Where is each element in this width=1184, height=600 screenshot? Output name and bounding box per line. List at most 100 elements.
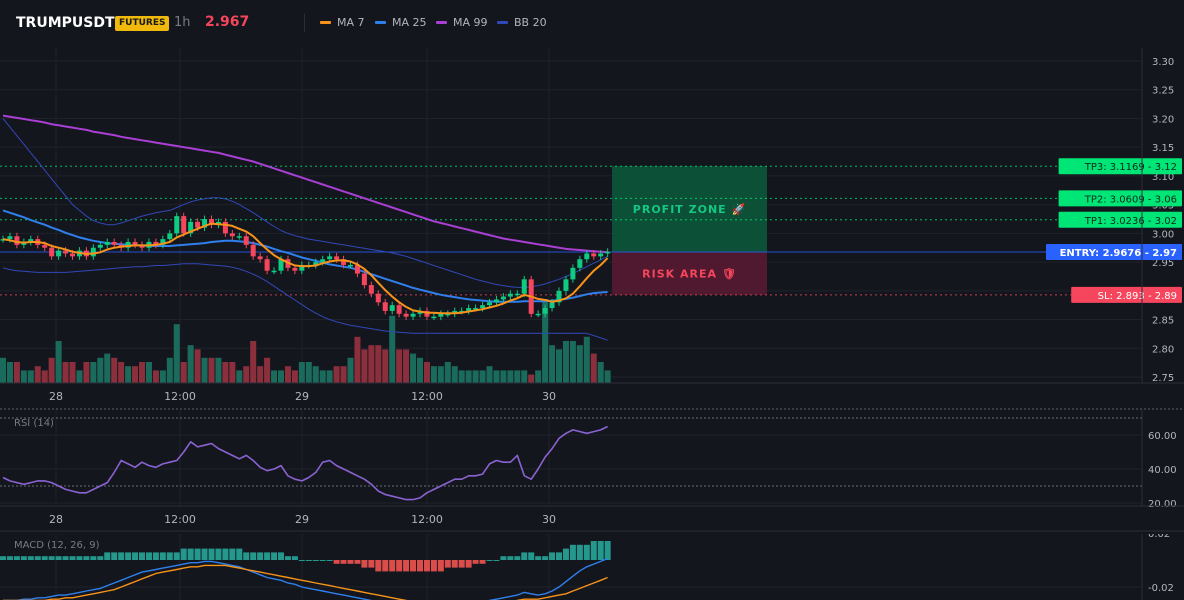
rsi-time-label: 30 [542, 513, 556, 526]
rsi-time-label: 12:00 [411, 513, 443, 526]
candle-body [271, 270, 277, 273]
volume-bar [521, 370, 528, 383]
volume-bar [236, 370, 243, 383]
macd-histogram-bar [111, 552, 118, 560]
candle-body [493, 299, 499, 303]
macd-histogram-bar [479, 560, 486, 564]
tp-level-tag-label: TP2: 3.0609 - 3.06 [1084, 194, 1177, 205]
macd-histogram-bar [417, 560, 423, 572]
volume-bar [507, 370, 514, 383]
volume-bar [180, 362, 187, 383]
rsi-pane[interactable]: 60.00 40.00 20.00 28 12:00 29 12:00 30 [0, 410, 1184, 532]
volume-bar [583, 336, 590, 383]
candle-body [542, 308, 548, 314]
candle-body [181, 216, 187, 234]
volume-bar [125, 366, 132, 383]
volume-bar [152, 370, 159, 383]
candle-body [174, 216, 180, 234]
volume-bar [13, 362, 20, 383]
volume-bar [187, 345, 194, 383]
macd-histogram-bar [243, 552, 250, 560]
volume-bar [396, 349, 403, 383]
rsi-axis-label: 40.00 [1148, 465, 1177, 476]
macd-histogram-bar [298, 560, 305, 561]
macd-histogram-bar [173, 552, 180, 560]
entry-level-tag-label: ENTRY: 2.9676 - 2.97 [1060, 248, 1177, 259]
volume-bar [118, 362, 125, 383]
legend-label: MA 99 [453, 16, 488, 29]
rsi-time-label: 28 [49, 513, 63, 526]
rsi-line [2, 425, 608, 501]
legend-bb20[interactable]: BB 20 [497, 16, 547, 29]
volume-bar [312, 366, 319, 383]
interval-selector[interactable]: 1h [174, 15, 191, 30]
candle-body [591, 253, 597, 257]
volume-bar [257, 366, 264, 383]
volume-bar [417, 357, 423, 383]
volume-bar [83, 362, 90, 383]
candle-body [584, 253, 590, 260]
volume-bar [271, 370, 278, 383]
candle-body [382, 302, 388, 311]
macd-histogram-bar [535, 556, 542, 560]
time-axis-label: 28 [49, 390, 63, 403]
candle-body [375, 293, 381, 303]
macd-pane[interactable]: 0.02 -0.02 [0, 534, 1184, 600]
candle-body [195, 221, 201, 228]
volume-bar [361, 349, 368, 383]
macd-histogram-bar [590, 541, 597, 560]
volume-bar [556, 349, 562, 383]
volume-bar [250, 341, 257, 383]
candle-body [598, 253, 604, 257]
ma99-swatch [436, 21, 447, 24]
volume-bar [514, 370, 521, 383]
macd-histogram-bar [229, 548, 236, 560]
volume-bar [0, 357, 6, 383]
volume-bar [34, 366, 41, 383]
volume-bar [569, 341, 576, 383]
candle-body [70, 253, 75, 257]
legend-ma99[interactable]: MA 99 [436, 16, 488, 29]
macd-histogram-bar [6, 556, 13, 560]
candle-body [90, 247, 96, 257]
macd-histogram-bar [361, 560, 368, 568]
macd-histogram-bar [83, 556, 90, 560]
volume-bar [458, 370, 465, 383]
candle-body [104, 241, 110, 245]
volume-bar [201, 357, 208, 383]
macd-histogram-bar [257, 552, 264, 560]
macd-histogram-bar [514, 556, 521, 560]
macd-histogram-bar [465, 560, 472, 568]
volume-bar [264, 357, 271, 383]
candle-body [167, 233, 173, 240]
legend-ma25[interactable]: MA 25 [375, 16, 427, 29]
volume-bar [410, 353, 417, 383]
macd-histogram-bar [556, 552, 562, 560]
candle-body [514, 293, 520, 296]
price-chart-pane[interactable]: PROFIT ZONE 🚀 RISK AREA 🛡 3.30 3.25 3.20 3.15… [0, 48, 1184, 410]
candle-body [292, 267, 298, 271]
volume-bar [215, 357, 222, 383]
volume-bar [132, 366, 139, 383]
volume-bar [375, 345, 382, 383]
macd-histogram-bar [208, 548, 215, 560]
macd-histogram-bar [159, 552, 166, 560]
volume-bar [6, 362, 13, 383]
volume-bar [597, 362, 604, 383]
candle-body [42, 244, 48, 248]
volume-bar [340, 366, 347, 383]
macd-histogram-bar [486, 560, 493, 561]
candle-body [49, 247, 55, 257]
macd-histogram-bar [347, 560, 354, 564]
price-axis-label: 3.20 [1152, 114, 1174, 125]
macd-histogram-bar [27, 556, 34, 560]
risk-area-label: RISK AREA 🛡 [642, 267, 737, 280]
legend-ma7[interactable]: MA 7 [320, 16, 365, 29]
symbol-title[interactable]: TRUMPUSDT [16, 15, 115, 31]
volume-bar [389, 315, 396, 383]
price-axis-label: 2.75 [1152, 373, 1174, 384]
candle-body [500, 296, 506, 300]
volume-bar [173, 324, 180, 383]
macd-histogram-bar [493, 560, 500, 561]
volume-bar [500, 370, 507, 383]
